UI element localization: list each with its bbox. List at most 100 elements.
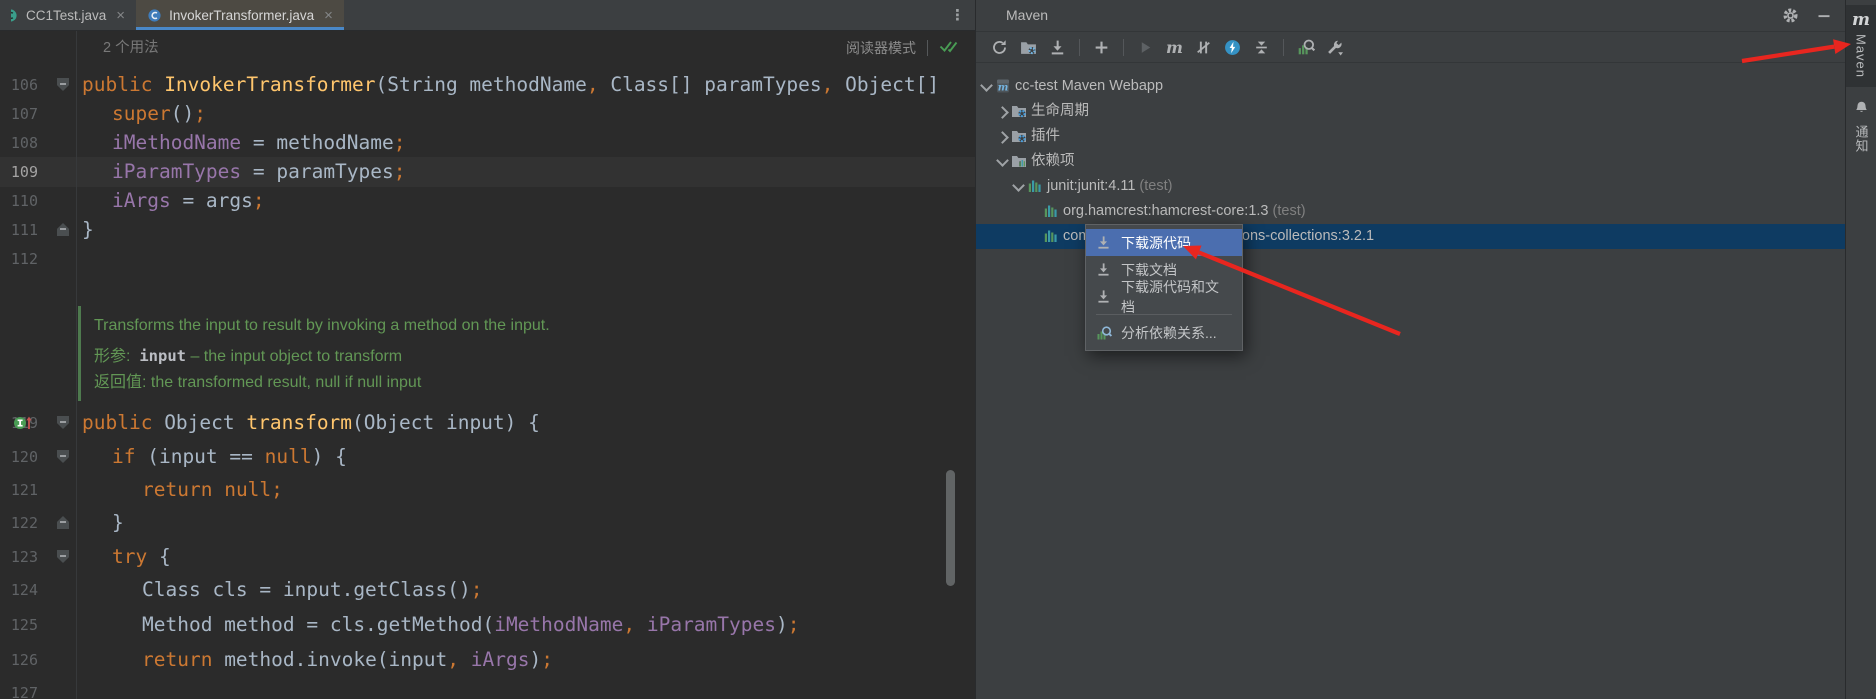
skip-tests-icon[interactable] <box>1192 36 1215 59</box>
ide-window: { "editor": { "tabs": [ {"title": "CC1Te… <box>0 0 1876 699</box>
line-number: 112 <box>0 244 38 274</box>
menu-item-label: 下载源代码 <box>1121 233 1191 253</box>
execute-goal-icon[interactable]: m <box>1163 36 1186 59</box>
tree-item-插件[interactable]: 插件 <box>976 124 1845 149</box>
code-line-123: 123try { <box>0 542 975 572</box>
add-maven-project-icon[interactable] <box>1090 36 1113 59</box>
fold-marker-icon[interactable] <box>57 550 69 563</box>
line-number: 109 <box>0 157 38 187</box>
tree-item-label: cc-test Maven Webapp <box>1015 74 1163 99</box>
code-text[interactable]: public Object transform(Object input) { <box>82 408 540 438</box>
tree-item-依赖项[interactable]: 依赖项 <box>976 149 1845 174</box>
reader-mode-widget[interactable]: 阅读器模式 <box>846 36 961 60</box>
code-line-119: 119public Object transform(Object input)… <box>0 408 975 438</box>
line-number: 110 <box>0 186 38 216</box>
chevron-down-icon[interactable] <box>980 79 993 92</box>
tree-item-生命周期[interactable]: 生命周期 <box>976 99 1845 124</box>
menu-item-label: 分析依赖关系... <box>1121 323 1217 343</box>
line-number: 122 <box>0 508 38 538</box>
code-line-111: 111} <box>0 215 975 245</box>
tree-item-label: org.hamcrest:hamcrest-core:1.3 (test) <box>1063 199 1306 224</box>
class-teal-icon <box>11 8 19 23</box>
maven-title: Maven <box>1006 0 1048 31</box>
code-text[interactable]: Method method = cls.getMethod(iMethodNam… <box>142 610 799 640</box>
menu-item-item[interactable]: 下载源代码和文档 <box>1086 283 1242 310</box>
tab-label: CC1Test.java <box>26 8 106 23</box>
javadoc-returns: 返回值: the transformed result, null if nul… <box>94 371 421 395</box>
tree-item-cc-test Maven Webapp[interactable]: mcc-test Maven Webapp <box>976 74 1845 99</box>
javadoc-params: 形参: input – the input object to transfor… <box>94 344 402 368</box>
tree-item-org.hamcrest[interactable]: org.hamcrest:hamcrest-core:1.3 (test) <box>976 199 1845 224</box>
inspections-ok-check-icon[interactable] <box>939 38 961 59</box>
line-number: 127 <box>0 678 38 699</box>
refresh-icon[interactable] <box>988 36 1011 59</box>
generate-sources-icon[interactable] <box>1017 36 1040 59</box>
code-line-110: 110 iArgs = args; <box>0 186 975 216</box>
editor-tab-invokertransformer-java[interactable]: InvokerTransformer.java × <box>136 0 344 30</box>
code-text[interactable]: public InvokerTransformer(String methodN… <box>82 70 939 100</box>
minimize-icon[interactable] <box>1816 8 1832 24</box>
code-line-107: 107super(); <box>0 99 975 129</box>
analyze-dependencies-icon <box>1096 325 1112 341</box>
code-text[interactable]: Class cls = input.getClass(); <box>142 575 482 605</box>
editor-scrollbar[interactable] <box>946 470 955 586</box>
code-text[interactable]: super(); <box>112 99 206 129</box>
tree-item-label: 依赖项 <box>1031 149 1075 174</box>
fold-marker-icon[interactable] <box>57 78 69 91</box>
chevron-right-icon[interactable] <box>996 131 1009 144</box>
fold-marker-icon[interactable] <box>57 516 69 529</box>
code-text[interactable]: iParamTypes = paramTypes; <box>112 157 406 187</box>
override-method-icon[interactable] <box>13 414 33 431</box>
folder-lifecycle-icon <box>1011 103 1027 119</box>
offline-mode-icon[interactable] <box>1221 36 1244 59</box>
maven-logo-icon: m <box>1852 12 1870 29</box>
dependency-analyzer-icon[interactable] <box>1294 36 1317 59</box>
line-number: 120 <box>0 442 38 472</box>
chevron-right-icon[interactable] <box>996 106 1009 119</box>
stripe-tab-maven[interactable]: m Maven <box>1846 5 1876 87</box>
line-number: 111 <box>0 215 38 245</box>
code-text[interactable]: return null; <box>142 475 283 505</box>
usages-hint[interactable]: 2 个用法 <box>103 37 159 59</box>
download-sources-icon[interactable] <box>1046 36 1069 59</box>
menu-item-download-sources[interactable]: 下载源代码 <box>1086 229 1242 256</box>
folder-plugins-icon <box>1011 128 1027 144</box>
stripe-tab-notifications[interactable]: 通知 <box>1846 100 1876 153</box>
rendered-javadoc: Transforms the input to result by invoki… <box>78 303 948 403</box>
tab-label: InvokerTransformer.java <box>169 8 314 23</box>
reader-mode-label: 阅读器模式 <box>846 38 916 58</box>
code-text[interactable]: } <box>82 215 94 245</box>
fold-marker-icon[interactable] <box>57 416 69 429</box>
line-number: 106 <box>0 70 38 100</box>
chevron-down-icon[interactable] <box>996 154 1009 167</box>
code-text[interactable]: return method.invoke(input, iArgs); <box>142 645 553 675</box>
code-editor[interactable]: 2 个用法 阅读器模式 106 public InvokerTransformer… <box>0 31 975 699</box>
code-text[interactable]: iArgs = args; <box>112 186 265 216</box>
divider <box>927 40 928 56</box>
gear-icon[interactable] <box>1782 7 1799 24</box>
expand-collapse-icon[interactable] <box>1250 36 1273 59</box>
toolbar-separator <box>1123 39 1124 56</box>
line-number: 121 <box>0 475 38 505</box>
code-text[interactable]: try { <box>112 542 171 572</box>
tab-options-kebab-icon[interactable]: ⋮ <box>950 6 965 24</box>
editor-tab-cc1test-java[interactable]: CC1Test.java × <box>0 0 136 30</box>
code-line-125: 125Method method = cls.getMethod(iMethod… <box>0 610 975 640</box>
menu-item-item[interactable]: 分析依赖关系... <box>1086 319 1242 346</box>
bell-icon <box>1854 100 1869 120</box>
fold-marker-icon[interactable] <box>57 223 69 236</box>
toolbar-separator <box>1079 39 1080 56</box>
code-line-108: 108iMethodName = methodName; <box>0 128 975 158</box>
maven-header: Maven <box>976 0 1845 32</box>
fold-marker-icon[interactable] <box>57 450 69 463</box>
tree-item-label: 插件 <box>1031 124 1060 149</box>
chevron-down-icon[interactable] <box>1012 179 1025 192</box>
code-text[interactable]: } <box>112 508 124 538</box>
close-icon[interactable]: × <box>324 8 333 23</box>
code-text[interactable]: if (input == null) { <box>112 442 347 472</box>
close-icon[interactable]: × <box>116 8 125 23</box>
tree-item-junit[interactable]: junit:junit:4.11 (test) <box>976 174 1845 199</box>
code-text[interactable]: iMethodName = methodName; <box>112 128 406 158</box>
maven-settings-icon[interactable] <box>1323 36 1346 59</box>
run-icon[interactable] <box>1134 36 1157 59</box>
